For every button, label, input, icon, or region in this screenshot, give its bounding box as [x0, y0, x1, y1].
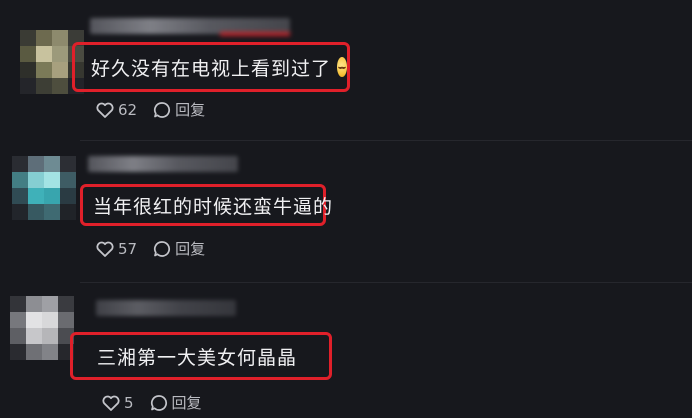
- reply-label: 回复: [175, 101, 206, 119]
- comment-text-highlight: 当年很红的时候还蛮牛逼的: [80, 184, 332, 226]
- username[interactable]: [88, 156, 238, 172]
- comment-text-highlight: 三湘第一大美女何晶晶: [70, 332, 332, 380]
- comment-item-3: 三湘第一大美女何晶晶 5 回复: [0, 282, 692, 418]
- comment-actions: 5 回复: [102, 392, 202, 413]
- username[interactable]: [90, 18, 290, 34]
- reply-button[interactable]: 回复: [150, 392, 202, 413]
- like-count: 57: [118, 239, 138, 258]
- heart-icon: [96, 241, 114, 257]
- comment-item-2: 当年很红的时候还蛮牛逼的 57 回复: [0, 140, 692, 280]
- reply-label: 回复: [175, 240, 206, 258]
- heart-icon: [102, 395, 120, 411]
- heart-icon: [96, 102, 114, 118]
- avatar[interactable]: [10, 296, 74, 360]
- reply-label: 回复: [171, 394, 202, 412]
- comment-item-1: 好久没有在电视上看到过了 62 回复: [0, 0, 692, 130]
- chat-bubble-icon: [150, 394, 167, 411]
- smiling-face-emoji-icon: [337, 57, 347, 77]
- comment-text: 当年很红的时候还蛮牛逼的: [93, 195, 334, 218]
- avatar[interactable]: [12, 156, 76, 220]
- reply-button[interactable]: 回复: [153, 99, 205, 120]
- comment-text: 三湘第一大美女何晶晶: [97, 346, 298, 369]
- chat-bubble-icon: [154, 240, 171, 257]
- chat-bubble-icon: [154, 101, 171, 118]
- comment-actions: 62 回复: [96, 99, 205, 120]
- comment-text-highlight: 好久没有在电视上看到过了: [72, 42, 350, 92]
- like-button[interactable]: 5: [102, 394, 134, 412]
- like-count: 5: [124, 393, 134, 412]
- like-button[interactable]: 62: [96, 101, 137, 119]
- like-count: 62: [118, 100, 138, 119]
- username[interactable]: [96, 300, 236, 316]
- comment-actions: 57 回复: [96, 238, 205, 259]
- comment-text: 好久没有在电视上看到过了: [91, 57, 332, 80]
- like-button[interactable]: 57: [96, 240, 137, 258]
- reply-button[interactable]: 回复: [153, 238, 205, 259]
